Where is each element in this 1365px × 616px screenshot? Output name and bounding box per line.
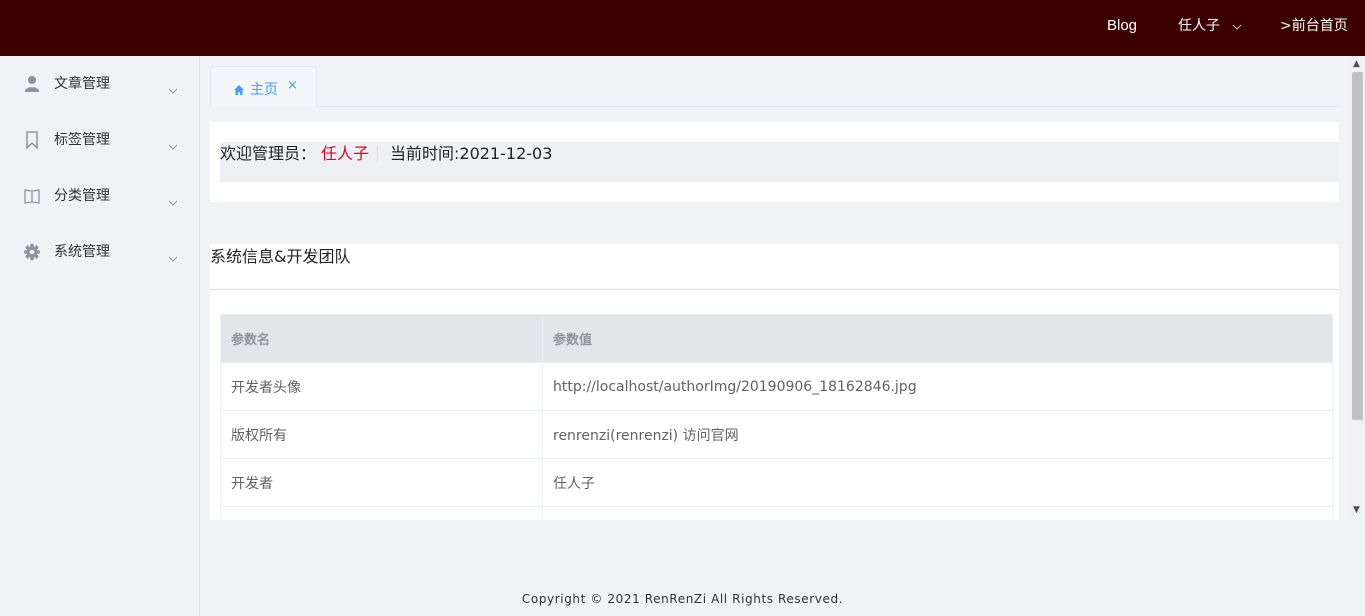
- chevron-down-icon: [168, 247, 178, 266]
- user-name: 任人子: [1178, 18, 1220, 34]
- close-icon[interactable]: ×: [287, 78, 298, 93]
- scroll-up-arrow-icon[interactable]: ▲: [1353, 59, 1360, 69]
- chevron-down-icon: [168, 135, 178, 154]
- table-cell: renrenzi(renrenzi) 访问官网: [542, 410, 1333, 459]
- top-navbar: Blog 任人子 >前台首页: [0, 0, 1365, 56]
- gear-icon: [24, 243, 40, 261]
- chevron-down-icon: [168, 191, 178, 210]
- table-cell: http://localhost/authorImg/20190906_1816…: [542, 362, 1333, 411]
- system-info-table: 参数名 参数值 开发者头像 http://localhost/authorImg…: [220, 314, 1333, 520]
- home-icon: [233, 81, 245, 100]
- column-header: 参数值: [542, 314, 1333, 363]
- footer-copyright: Copyright © 2021 RenRenZi All Rights Res…: [521, 592, 844, 606]
- table-cell: [220, 506, 543, 520]
- welcome-card: 欢迎管理员： 任人子 当前时间:2021-12-03: [210, 122, 1339, 202]
- sidebar: 文章管理 标签管理 分类管理 系统管理: [0, 56, 200, 616]
- card-title: 系统信息&开发团队: [210, 247, 351, 266]
- sidebar-item-label: 标签管理: [54, 132, 110, 148]
- table-cell: 开发者头像: [220, 362, 543, 411]
- book-icon: [24, 187, 40, 205]
- sidebar-item-label: 文章管理: [54, 76, 110, 92]
- current-time: 当前时间:2021-12-03: [390, 144, 553, 163]
- divider: [210, 289, 1339, 290]
- bookmark-icon: [24, 131, 40, 150]
- main-content: 主页 × 欢迎管理员： 任人子 当前时间:2021-12-03 系统信息&开发团…: [200, 56, 1350, 520]
- divider: [377, 146, 378, 162]
- user-dropdown[interactable]: 任人子: [1178, 16, 1242, 36]
- column-header: 参数名: [220, 314, 543, 363]
- sidebar-item-label: 系统管理: [54, 244, 110, 260]
- blog-link[interactable]: Blog: [1107, 16, 1137, 36]
- table-row: 开发者 任人子: [220, 458, 1333, 507]
- vertical-scrollbar[interactable]: ▲ ▼: [1350, 56, 1365, 520]
- tab-label: 主页: [250, 82, 278, 98]
- sidebar-item-label: 分类管理: [54, 188, 110, 204]
- sidebar-item-articles[interactable]: 文章管理: [0, 56, 199, 112]
- tab-home[interactable]: 主页 ×: [210, 66, 317, 107]
- table-cell: [542, 506, 1333, 520]
- scroll-thumb[interactable]: [1352, 72, 1363, 420]
- sidebar-item-tags[interactable]: 标签管理: [0, 112, 199, 168]
- table-cell: 开发者: [220, 458, 543, 507]
- system-info-card: 系统信息&开发团队 参数名 参数值 开发者头像 http://localhost…: [210, 244, 1339, 520]
- table-cell: 版权所有: [220, 410, 543, 459]
- welcome-banner: 欢迎管理员： 任人子 当前时间:2021-12-03: [220, 142, 1339, 182]
- table-row: 版权所有 renrenzi(renrenzi) 访问官网: [220, 410, 1333, 459]
- sidebar-item-system[interactable]: 系统管理: [0, 224, 199, 280]
- chevron-down-icon: [168, 79, 178, 98]
- table-cell: 任人子: [542, 458, 1333, 507]
- frontend-home-link[interactable]: >前台首页: [1280, 16, 1348, 36]
- chevron-down-icon: [1232, 16, 1242, 36]
- scroll-down-arrow-icon[interactable]: ▼: [1353, 505, 1360, 515]
- welcome-prefix: 欢迎管理员：: [220, 144, 317, 163]
- user-icon: [24, 75, 40, 93]
- table-row: 开发者头像 http://localhost/authorImg/2019090…: [220, 362, 1333, 411]
- table-row: [220, 506, 1333, 520]
- table-header-row: 参数名 参数值: [220, 314, 1333, 363]
- admin-name: 任人子: [321, 144, 370, 163]
- tabs-bar: 主页 ×: [210, 66, 1339, 107]
- sidebar-item-categories[interactable]: 分类管理: [0, 168, 199, 224]
